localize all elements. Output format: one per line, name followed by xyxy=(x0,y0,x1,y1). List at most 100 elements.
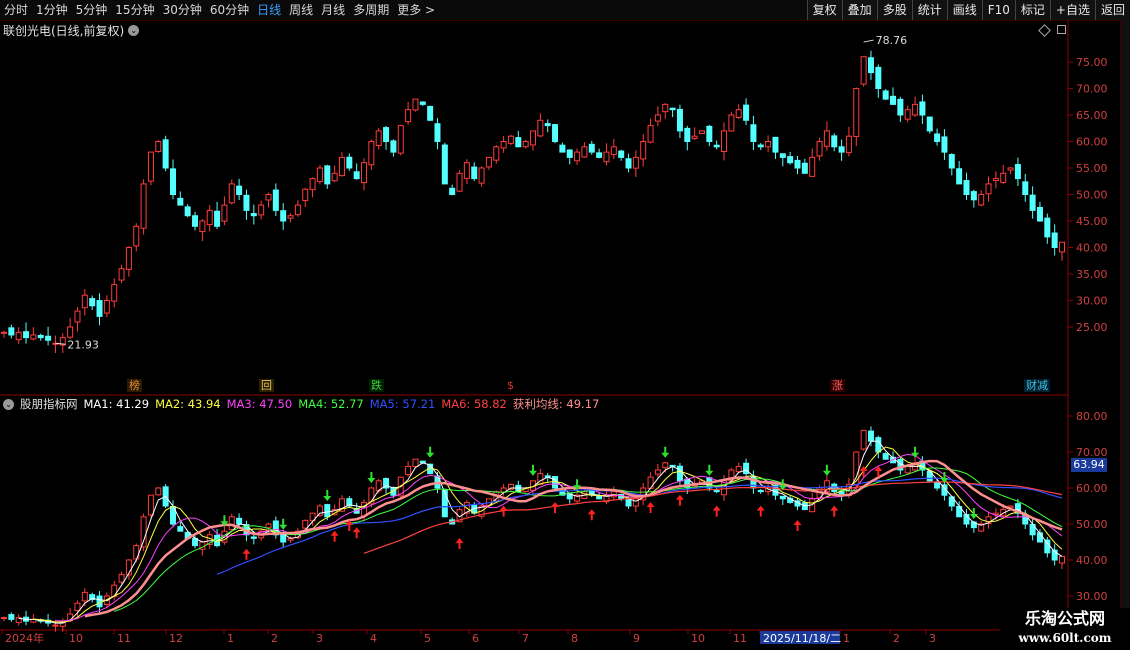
buy-arrow-icon xyxy=(793,520,802,531)
ind-candle xyxy=(346,498,353,507)
ind-candle xyxy=(30,618,37,623)
ma-legend-0: MA1: 41.29 xyxy=(83,397,150,411)
buy-arrow-icon xyxy=(352,527,361,539)
event-marker-2[interactable]: 跌 xyxy=(369,379,384,392)
ind-candle xyxy=(728,469,735,482)
date-tick-label: 1 xyxy=(843,632,850,645)
candle xyxy=(662,103,669,113)
ma-line-1 xyxy=(33,446,1063,623)
candle xyxy=(434,123,441,142)
ind-candle xyxy=(397,476,404,497)
price-tick-label: 25.00 xyxy=(1076,321,1108,334)
price-tick-label: 70.00 xyxy=(1076,83,1108,96)
ind-candle xyxy=(537,473,544,485)
candle xyxy=(772,136,779,153)
candle xyxy=(948,154,955,169)
period-4[interactable]: 30分钟 xyxy=(159,0,206,20)
low-label: 21.93 xyxy=(67,338,99,351)
ind-candle xyxy=(860,429,867,450)
ind-candle xyxy=(625,499,632,507)
candle xyxy=(169,168,176,195)
ind-candle xyxy=(140,516,147,548)
candle xyxy=(522,141,529,148)
ind-candle xyxy=(147,494,154,516)
ind-candle xyxy=(515,484,522,493)
ind-candle xyxy=(250,536,257,539)
event-marker-4[interactable]: 涨 xyxy=(830,379,845,392)
indicator-name: 股朋指标网 xyxy=(20,397,78,411)
candle xyxy=(963,180,970,196)
date-tick-label: 2024年 xyxy=(5,631,44,645)
event-marker-5[interactable]: 财减 xyxy=(1024,379,1050,392)
ind-candle xyxy=(133,545,140,560)
kline-chart[interactable]: 75.00 70.00 65.00 60.00 55.00 50.00 45.00 40.00… xyxy=(0,0,1130,650)
tool-buttons: 复权 叠加 多股 统计 画线 F10 标记 +自选 返回 xyxy=(806,0,1130,20)
tool-button-0[interactable]: 复权 xyxy=(806,0,842,20)
period-0[interactable]: 分时 xyxy=(0,0,32,20)
ind-candle xyxy=(698,480,705,484)
ind-candle xyxy=(331,509,338,516)
ind-candle xyxy=(926,470,933,482)
sell-arrow-icon xyxy=(279,518,288,530)
period-toolbar: 分时 1分钟 5分钟 15分钟 30分钟 60分钟 日线 周线 月线 多周期 更多 > 复权 叠加 多股统… xyxy=(0,0,1130,21)
ind-candle xyxy=(243,524,250,536)
price-tick-label: 75.00 xyxy=(1076,56,1108,69)
period-2[interactable]: 5分钟 xyxy=(72,0,112,20)
period-5[interactable]: 60分钟 xyxy=(206,0,253,20)
period-3[interactable]: 15分钟 xyxy=(111,0,158,20)
period-10[interactable]: 更多 > xyxy=(393,0,439,20)
candle xyxy=(1044,217,1051,238)
candle xyxy=(485,156,492,168)
ind-candle xyxy=(236,517,243,525)
candle xyxy=(23,331,30,339)
period-8[interactable]: 月线 xyxy=(317,0,349,20)
tool-button-3[interactable]: 统计 xyxy=(911,0,947,20)
side-panel-strip[interactable] xyxy=(1120,20,1130,630)
ind-candle xyxy=(787,497,794,503)
candle xyxy=(823,130,830,147)
period-1[interactable]: 1分钟 xyxy=(32,0,72,20)
chevron-down-icon[interactable]: ⌄ xyxy=(128,25,140,36)
ma-legend-6: 获利均线: 49.17 xyxy=(512,397,600,411)
tool-button-8[interactable]: 返回 xyxy=(1094,0,1130,20)
candle xyxy=(610,146,617,155)
diamond-icon[interactable] xyxy=(1038,24,1051,37)
stock-title-bar[interactable]: 联创光电(日线,前复权) ⌄ xyxy=(3,22,140,39)
candle xyxy=(970,191,977,201)
ind-candle xyxy=(618,494,625,500)
price-tick-label: 30.00 xyxy=(1076,295,1108,308)
ind-candle xyxy=(111,584,118,597)
period-7[interactable]: 周线 xyxy=(285,0,317,20)
candle xyxy=(787,156,794,164)
ind-candle xyxy=(258,530,265,539)
candle xyxy=(456,172,463,192)
tool-button-5[interactable]: F10 xyxy=(981,0,1015,20)
ind-candle xyxy=(390,487,397,496)
tool-button-2[interactable]: 多股 xyxy=(876,0,912,20)
tool-button-7[interactable]: +自选 xyxy=(1049,0,1095,20)
period-9[interactable]: 多周期 xyxy=(349,0,393,20)
tool-button-1[interactable]: 叠加 xyxy=(841,0,877,20)
tool-button-4[interactable]: 画线 xyxy=(946,0,982,20)
candle xyxy=(559,144,566,153)
period-6[interactable]: 日线 xyxy=(253,0,285,20)
ind-candle xyxy=(287,537,294,541)
ind-candle xyxy=(316,505,323,516)
sell-arrow-icon xyxy=(822,464,831,476)
maximize-icon[interactable] xyxy=(1057,25,1066,34)
event-marker-1[interactable]: 回 xyxy=(259,379,274,392)
ind-tick-label: 40.00 xyxy=(1076,554,1108,567)
ind-candle xyxy=(221,530,228,543)
buy-arrow-icon xyxy=(675,494,684,506)
ind-candle xyxy=(478,505,485,517)
stock-title: 联创光电(日线,前复权) xyxy=(3,24,125,38)
ind-candle xyxy=(471,504,478,514)
chevron-down-icon[interactable]: ⌄ xyxy=(3,398,14,410)
event-marker-3[interactable]: $ xyxy=(505,379,516,392)
ind-tick-label: 60.00 xyxy=(1076,482,1108,495)
event-marker-0[interactable]: 榜 xyxy=(127,379,142,392)
date-tick-label: 11 xyxy=(117,632,131,645)
tool-button-6[interactable]: 标记 xyxy=(1014,0,1050,20)
candle xyxy=(809,156,816,177)
ind-candle xyxy=(1000,509,1007,517)
